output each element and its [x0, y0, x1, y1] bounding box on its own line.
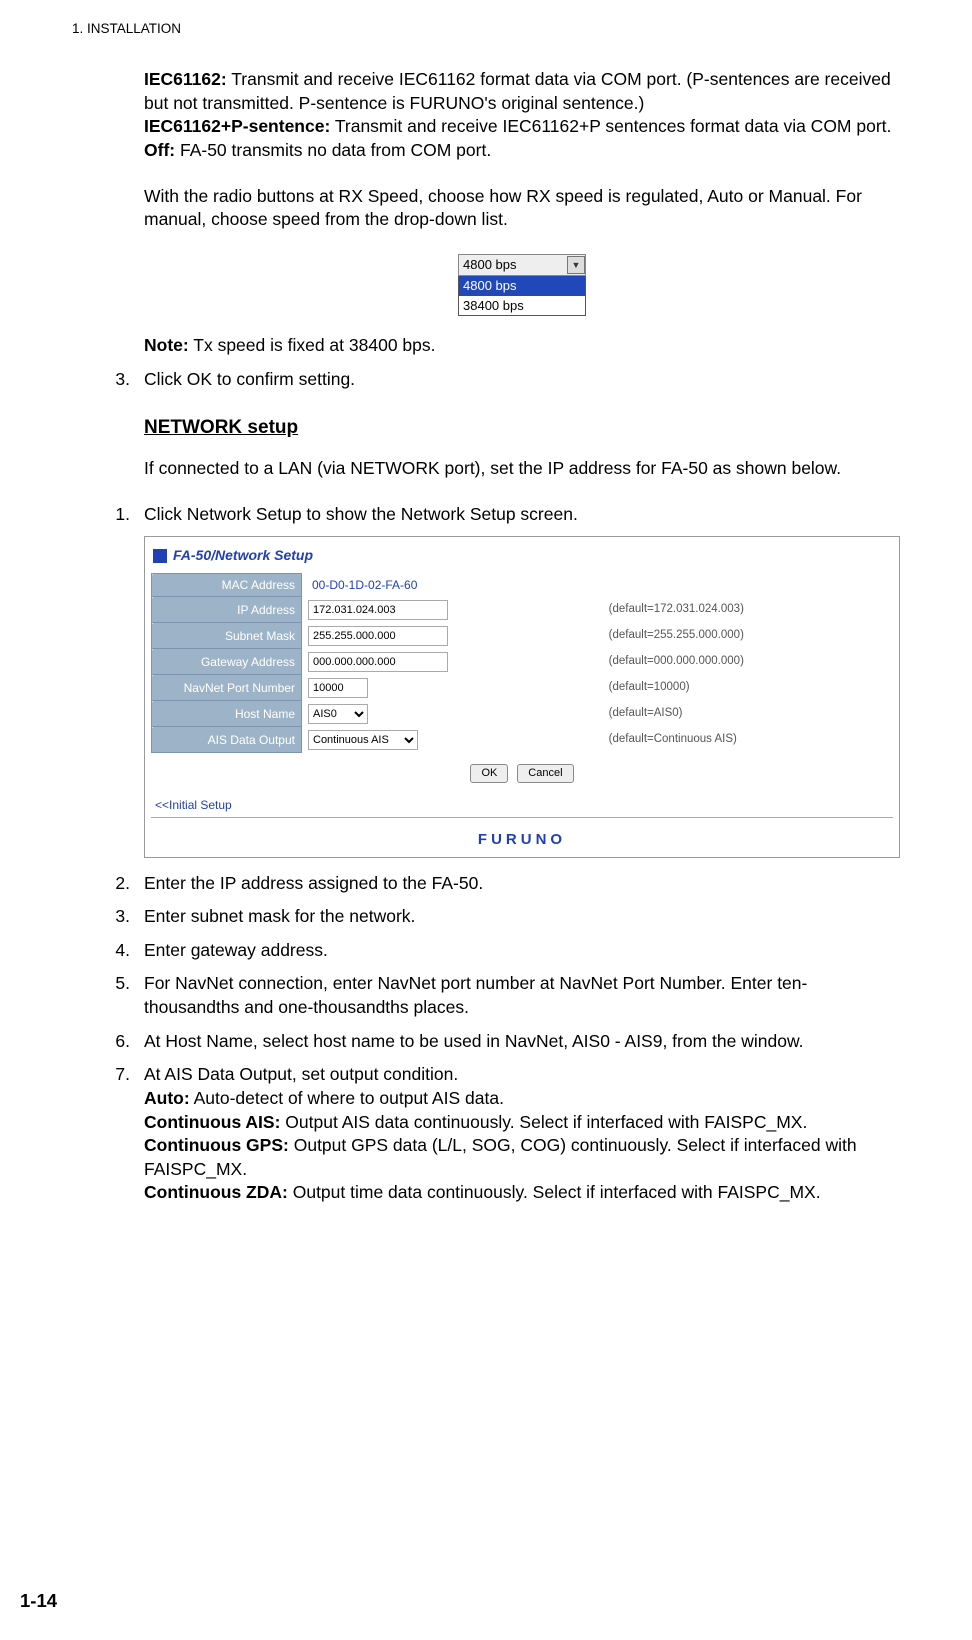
step-3-text: Click OK to confirm setting.	[144, 368, 900, 392]
note-text: Tx speed is fixed at 38400 bps.	[189, 335, 436, 355]
navnet-port-input[interactable]	[308, 678, 368, 698]
speed-dropdown-value: 4800 bps	[459, 256, 567, 274]
subnet-mask-input[interactable]	[308, 626, 448, 646]
auto-label: Auto:	[144, 1088, 190, 1108]
network-setup-heading: NETWORK setup	[144, 415, 900, 441]
speed-option-4800[interactable]: 4800 bps	[459, 276, 585, 296]
continuous-zda-text: Output time data continuously. Select if…	[288, 1182, 821, 1202]
navnet-port-default: (default=10000)	[603, 675, 893, 701]
gateway-input[interactable]	[308, 652, 448, 672]
ais-output-select[interactable]: Continuous AIS	[308, 730, 418, 750]
continuous-zda-label: Continuous ZDA:	[144, 1182, 288, 1202]
chevron-down-icon: ▼	[567, 256, 585, 274]
ok-button[interactable]: OK	[470, 764, 508, 783]
speed-option-38400[interactable]: 38400 bps	[459, 296, 585, 316]
list-number: 1.	[106, 503, 130, 527]
screenshot-title-text: FA-50/Network Setup	[173, 546, 313, 565]
initial-setup-backlink[interactable]: <<Initial Setup	[151, 783, 893, 813]
format-options-para: IEC61162: Transmit and receive IEC61162 …	[144, 68, 900, 163]
iec61162-label: IEC61162:	[144, 69, 227, 89]
navnet-port-label: NavNet Port Number	[152, 675, 302, 701]
iec61162p-label: IEC61162+P-sentence:	[144, 116, 330, 136]
list-number: 4.	[106, 939, 130, 963]
ais-output-label: AIS Data Output	[152, 727, 302, 753]
network-step-6: At Host Name, select host name to be use…	[144, 1030, 900, 1054]
mac-address-value: 00-D0-1D-02-FA-60	[308, 578, 417, 592]
network-step-1: Click Network Setup to show the Network …	[144, 503, 900, 527]
continuous-ais-text: Output AIS data continuously. Select if …	[280, 1112, 807, 1132]
list-number: 5.	[106, 972, 130, 1019]
ip-default: (default=172.031.024.003)	[603, 597, 893, 623]
ais-output-default: (default=Continuous AIS)	[603, 727, 893, 753]
subnet-default: (default=255.255.000.000)	[603, 623, 893, 649]
off-text: FA-50 transmits no data from COM port.	[175, 140, 491, 160]
list-number: 7.	[106, 1063, 130, 1205]
network-setup-screenshot: FA-50/Network Setup MAC Address 00-D0-1D…	[144, 536, 900, 857]
page-header: 1. INSTALLATION	[72, 20, 900, 38]
gateway-label: Gateway Address	[152, 649, 302, 675]
continuous-gps-label: Continuous GPS:	[144, 1135, 289, 1155]
continuous-ais-label: Continuous AIS:	[144, 1112, 280, 1132]
speed-dropdown-field[interactable]: 4800 bps ▼	[458, 254, 586, 276]
network-step-7: At AIS Data Output, set output condition…	[144, 1063, 900, 1205]
mac-address-label: MAC Address	[152, 574, 302, 597]
iec61162-text: Transmit and receive IEC61162 format dat…	[144, 69, 891, 113]
furuno-brand-footer: FURUNO	[151, 824, 893, 850]
list-number: 6.	[106, 1030, 130, 1054]
screenshot-title-bar: FA-50/Network Setup	[151, 543, 893, 573]
tx-speed-note: Note: Tx speed is fixed at 38400 bps.	[144, 334, 900, 358]
speed-dropdown-list: 4800 bps 38400 bps	[458, 276, 586, 316]
list-number: 2.	[106, 872, 130, 896]
step7-intro: At AIS Data Output, set output condition…	[144, 1064, 458, 1084]
speed-dropdown-figure: 4800 bps ▼ 4800 bps 38400 bps	[458, 254, 586, 316]
rx-speed-para: With the radio buttons at RX Speed, choo…	[144, 185, 900, 232]
note-label: Note:	[144, 335, 189, 355]
list-number: 3.	[106, 905, 130, 929]
title-square-icon	[153, 549, 167, 563]
ip-address-input[interactable]	[308, 600, 448, 620]
iec61162p-text: Transmit and receive IEC61162+P sentence…	[330, 116, 891, 136]
host-name-select[interactable]: AIS0	[308, 704, 368, 724]
host-name-default: (default=AIS0)	[603, 701, 893, 727]
network-steps-list: 2. Enter the IP address assigned to the …	[144, 872, 900, 1206]
network-form-table: MAC Address 00-D0-1D-02-FA-60 IP Address…	[151, 573, 893, 753]
off-label: Off:	[144, 140, 175, 160]
network-intro-para: If connected to a LAN (via NETWORK port)…	[144, 457, 900, 481]
cancel-button[interactable]: Cancel	[517, 764, 573, 783]
network-step-3: Enter subnet mask for the network.	[144, 905, 900, 929]
auto-text: Auto-detect of where to output AIS data.	[190, 1088, 504, 1108]
network-step-2: Enter the IP address assigned to the FA-…	[144, 872, 900, 896]
form-buttons: OK Cancel	[151, 753, 893, 783]
network-step-5: For NavNet connection, enter NavNet port…	[144, 972, 900, 1019]
list-number: 3.	[106, 368, 130, 392]
step-3-item: 3. Click OK to confirm setting.	[144, 368, 900, 392]
page-number: 1-14	[20, 1589, 57, 1614]
ip-address-label: IP Address	[152, 597, 302, 623]
network-step-4: Enter gateway address.	[144, 939, 900, 963]
main-content: IEC61162: Transmit and receive IEC61162 …	[144, 68, 900, 1205]
gateway-default: (default=000.000.000.000)	[603, 649, 893, 675]
subnet-mask-label: Subnet Mask	[152, 623, 302, 649]
host-name-label: Host Name	[152, 701, 302, 727]
